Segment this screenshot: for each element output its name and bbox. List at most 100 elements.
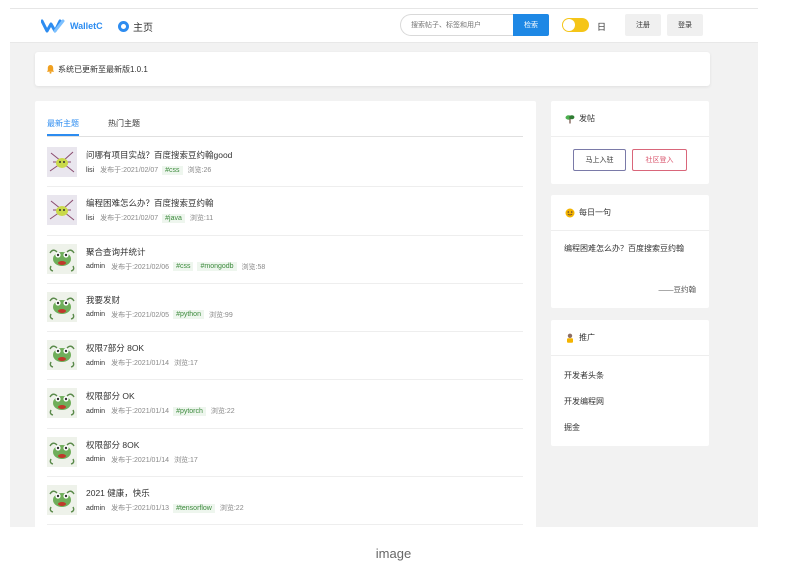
post-row[interactable]: 编程困难怎么办？百度搜索豆约翰 lisi 发布于:2021/02/07 #java 浏览… — [47, 187, 523, 236]
post-title[interactable]: 2021 健康，快乐 — [86, 487, 150, 499]
post-row[interactable]: 权限部分 8OK admin 发布于:2021/01/14 浏览:17 — [47, 429, 523, 478]
post-row[interactable]: 聚合查询并统计 admin 发布于:2021/02/06 #css #mongodb 浏览… — [47, 236, 523, 284]
post-views: 浏览:22 — [210, 408, 235, 416]
frog-avatar[interactable] — [47, 243, 77, 274]
post-tag[interactable]: #java — [162, 213, 185, 223]
post-views: 浏览:11 — [189, 215, 214, 223]
post-title[interactable]: 权限部分 OK — [86, 390, 135, 402]
post-author[interactable]: lisi — [86, 167, 94, 174]
post-views: 浏览:17 — [174, 456, 198, 464]
image-caption: image — [375, 546, 412, 561]
frog-avatar[interactable] — [47, 340, 77, 371]
search-button[interactable]: 检索 — [513, 14, 549, 36]
post-date: 发布于:2021/02/05 — [111, 311, 170, 319]
post-views: 浏览:17 — [174, 360, 198, 368]
notice-text: 系统已更新至最新版1.0.1 — [58, 64, 148, 74]
person-icon — [567, 333, 573, 343]
frog-avatar[interactable] — [47, 388, 77, 419]
post-date: 发布于:2021/01/14 — [111, 456, 170, 464]
quote-card-title: 每日一句 — [579, 208, 611, 217]
post-tag[interactable]: #css — [173, 262, 194, 272]
post-row[interactable]: 权限部分 OK admin 发布于:2021/01/14 #pytorch 浏览:22 — [47, 380, 523, 429]
post-date: 发布于:2021/02/06 — [111, 263, 170, 271]
post-date: 发布于:2021/01/13 — [111, 505, 170, 513]
post-author[interactable]: admin — [86, 456, 105, 463]
post-tag[interactable]: #python — [173, 310, 204, 320]
post-author[interactable]: admin — [86, 311, 105, 318]
post-views: 浏览:99 — [208, 311, 233, 319]
post-tag[interactable]: #mongodb — [197, 262, 237, 272]
quote-author: ——豆约翰 — [658, 285, 697, 294]
quote-text: 编程困难怎么办？百度搜索豆约翰 — [564, 244, 684, 253]
post-card-title: 发帖 — [579, 114, 595, 123]
post-author[interactable]: admin — [86, 263, 105, 270]
topic-panel: 最新主题 热门主题 问哪有项目实战？百度搜索豆约翰good lisi 发布于:202… — [35, 101, 536, 527]
post-meta: admin 发布于:2021/01/14 #pytorch 浏览:22 — [86, 406, 235, 416]
join-button[interactable]: 马上入驻 — [573, 149, 626, 171]
frog-avatar[interactable] — [47, 436, 77, 467]
community-login-button[interactable]: 社区登入 — [632, 149, 687, 171]
post-meta: lisi 发布于:2021/02/07 #css 浏览:26 — [86, 165, 211, 175]
promo-link-toutiao[interactable]: 开发者头条 — [564, 370, 604, 381]
toggle-knob — [563, 19, 575, 31]
post-views: 浏览:22 — [219, 505, 244, 513]
brand-logo[interactable]: WalletC — [41, 18, 103, 34]
post-author[interactable]: admin — [86, 360, 105, 367]
app-frame: WalletC 主页 检索 日 注册 登录 系统已更新至最新版1.0.1 最新主… — [10, 8, 758, 527]
search-input[interactable] — [400, 14, 513, 36]
post-title[interactable]: 问哪有项目实战？百度搜索豆约翰good — [86, 149, 232, 161]
login-button[interactable]: 登录 — [667, 14, 703, 36]
post-row[interactable]: 权限7部分 8OK admin 发布于:2021/01/14 浏览:17 — [47, 332, 523, 381]
bell-icon — [46, 64, 55, 74]
topic-tabs: 最新主题 热门主题 — [47, 118, 523, 137]
home-label: 主页 — [133, 23, 153, 34]
register-button[interactable]: 注册 — [625, 14, 661, 36]
promo-card-header: 推广 — [551, 320, 709, 356]
wallet-logo-icon — [41, 19, 65, 33]
theme-toggle[interactable] — [562, 18, 589, 32]
post-views: 浏览:58 — [241, 263, 266, 271]
fly-avatar[interactable] — [47, 195, 77, 226]
post-list: 问哪有项目实战？百度搜索豆约翰good lisi 发布于:2021/02/07 #cs… — [47, 139, 523, 526]
post-tag[interactable]: #css — [162, 165, 183, 175]
post-row[interactable]: 我要发财 admin 发布于:2021/02/05 #python 浏览:99 — [47, 284, 523, 333]
post-author[interactable]: admin — [86, 505, 105, 512]
post-meta: admin 发布于:2021/01/13 #tensorflow 浏览:22 — [86, 503, 244, 513]
post-meta: admin 发布于:2021/01/14 浏览:17 — [86, 455, 198, 465]
frog-avatar[interactable] — [47, 291, 77, 322]
frog-avatar[interactable] — [47, 485, 77, 516]
top-navbar: WalletC 主页 检索 日 注册 登录 — [10, 9, 758, 43]
post-title[interactable]: 权限部分 8OK — [86, 439, 139, 451]
promo-link-biancheng[interactable]: 开发编程网 — [564, 396, 604, 407]
brand-name: WalletC — [70, 21, 103, 31]
tab-latest[interactable]: 最新主题 — [47, 118, 79, 136]
post-author[interactable]: lisi — [86, 215, 94, 222]
smile-icon — [565, 208, 575, 217]
post-meta: admin 发布于:2021/02/05 #python 浏览:99 — [86, 310, 233, 320]
post-date: 发布于:2021/02/07 — [100, 167, 159, 174]
system-notice: 系统已更新至最新版1.0.1 — [35, 52, 710, 86]
plant-icon — [565, 114, 575, 123]
promo-card-title: 推广 — [579, 333, 595, 342]
promo-link-juejin[interactable]: 掘金 — [564, 422, 580, 433]
home-link[interactable]: 主页 — [118, 19, 153, 34]
post-title[interactable]: 聚合查询并统计 — [86, 246, 146, 258]
daily-quote-card: 每日一句 编程困难怎么办？百度搜索豆约翰 ——豆约翰 — [551, 195, 709, 308]
promo-card: 推广 开发者头条 开发编程网 掘金 — [551, 320, 709, 446]
post-meta: admin 发布于:2021/02/06 #css #mongodb 浏览:58 — [86, 262, 265, 272]
post-tag[interactable]: #pytorch — [173, 406, 206, 416]
post-row[interactable]: 问哪有项目实战？百度搜索豆约翰good lisi 发布于:2021/02/07 #cs… — [47, 139, 523, 188]
post-tag[interactable]: #tensorflow — [173, 503, 215, 513]
post-date: 发布于:2021/01/14 — [111, 360, 170, 368]
post-views: 浏览:26 — [187, 167, 212, 174]
post-author[interactable]: admin — [86, 408, 105, 415]
post-meta: lisi 发布于:2021/02/07 #java 浏览:11 — [86, 213, 213, 223]
tab-hot[interactable]: 热门主题 — [108, 118, 140, 134]
post-title[interactable]: 权限7部分 8OK — [86, 342, 144, 354]
post-title[interactable]: 编程困难怎么办？百度搜索豆约翰 — [86, 197, 214, 209]
home-icon — [118, 21, 129, 32]
post-title[interactable]: 我要发财 — [86, 294, 120, 306]
post-row[interactable]: 2021 健康，快乐 admin 发布于:2021/01/13 #tensorflow… — [47, 477, 523, 526]
quote-card-header: 每日一句 — [551, 195, 709, 231]
fly-avatar[interactable] — [47, 147, 77, 177]
